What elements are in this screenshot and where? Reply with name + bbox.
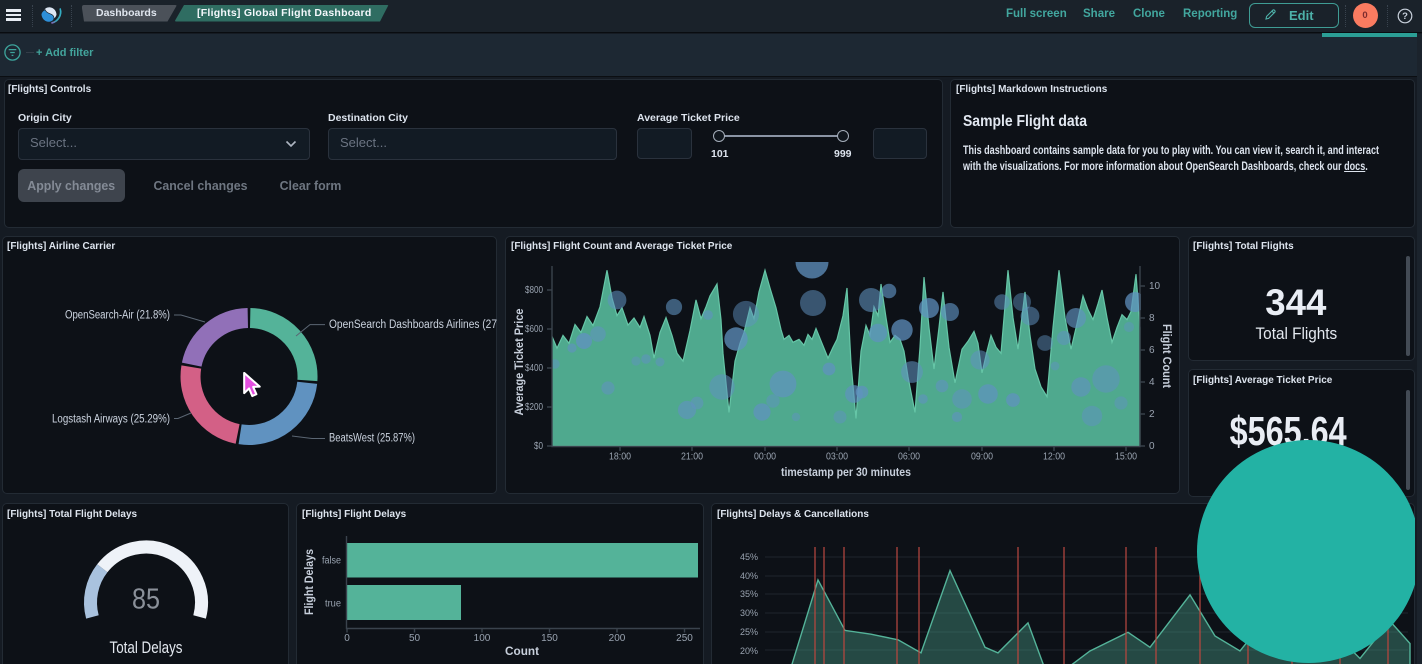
svg-text:Logstash Airways (25.29%): Logstash Airways (25.29%) xyxy=(52,414,170,426)
svg-text:25%: 25% xyxy=(740,627,759,638)
svg-text:150: 150 xyxy=(541,633,558,644)
svg-text:$0: $0 xyxy=(534,441,543,452)
svg-text:45%: 45% xyxy=(740,552,759,563)
svg-text:8: 8 xyxy=(1149,313,1155,324)
svg-text:Flight Count: Flight Count xyxy=(1160,324,1172,388)
svg-text:200: 200 xyxy=(609,633,626,644)
svg-text:250: 250 xyxy=(676,633,693,644)
svg-text:Count: Count xyxy=(505,646,539,658)
svg-text:12:00: 12:00 xyxy=(1043,452,1065,463)
svg-text:false: false xyxy=(322,556,341,567)
svg-text:30%: 30% xyxy=(740,608,759,619)
svg-text:$800: $800 xyxy=(525,285,543,296)
svg-text:0: 0 xyxy=(1149,441,1155,452)
svg-text:BeatsWest (25.87%): BeatsWest (25.87%) xyxy=(329,433,415,445)
svg-text:10: 10 xyxy=(1149,281,1161,292)
svg-text:00:00: 00:00 xyxy=(754,452,776,463)
svg-text:true: true xyxy=(325,599,341,610)
svg-text:18:00: 18:00 xyxy=(609,452,631,463)
svg-text:100: 100 xyxy=(474,633,491,644)
svg-text:$600: $600 xyxy=(525,324,543,335)
svg-text:OpenSearch-Air (21.8%): OpenSearch-Air (21.8%) xyxy=(65,310,170,322)
svg-text:03:00: 03:00 xyxy=(826,452,848,463)
svg-text:40%: 40% xyxy=(740,571,759,582)
svg-text:Total Delays: Total Delays xyxy=(110,639,183,657)
svg-text:09:00: 09:00 xyxy=(971,452,993,463)
svg-text:0: 0 xyxy=(344,633,350,644)
svg-text:21:00: 21:00 xyxy=(681,452,703,463)
svg-text:timestamp per 30 minutes: timestamp per 30 minutes xyxy=(781,467,911,479)
svg-text:35%: 35% xyxy=(740,589,759,600)
svg-text:$400: $400 xyxy=(525,363,543,374)
svg-text:2: 2 xyxy=(1149,409,1155,420)
svg-text:$200: $200 xyxy=(525,402,543,413)
svg-text:15:00: 15:00 xyxy=(1115,452,1137,463)
svg-text:06:00: 06:00 xyxy=(898,452,920,463)
svg-text:Average Ticket Price: Average Ticket Price xyxy=(514,309,526,416)
svg-text:50: 50 xyxy=(409,633,421,644)
svg-text:6: 6 xyxy=(1149,345,1155,356)
svg-text:4: 4 xyxy=(1149,377,1155,388)
svg-text:20%: 20% xyxy=(740,646,759,657)
svg-text:OpenSearch Dashboards Airlines: OpenSearch Dashboards Airlines (27 xyxy=(329,319,497,331)
svg-text:Flight Delays: Flight Delays xyxy=(304,549,316,615)
svg-text:85: 85 xyxy=(132,584,160,616)
